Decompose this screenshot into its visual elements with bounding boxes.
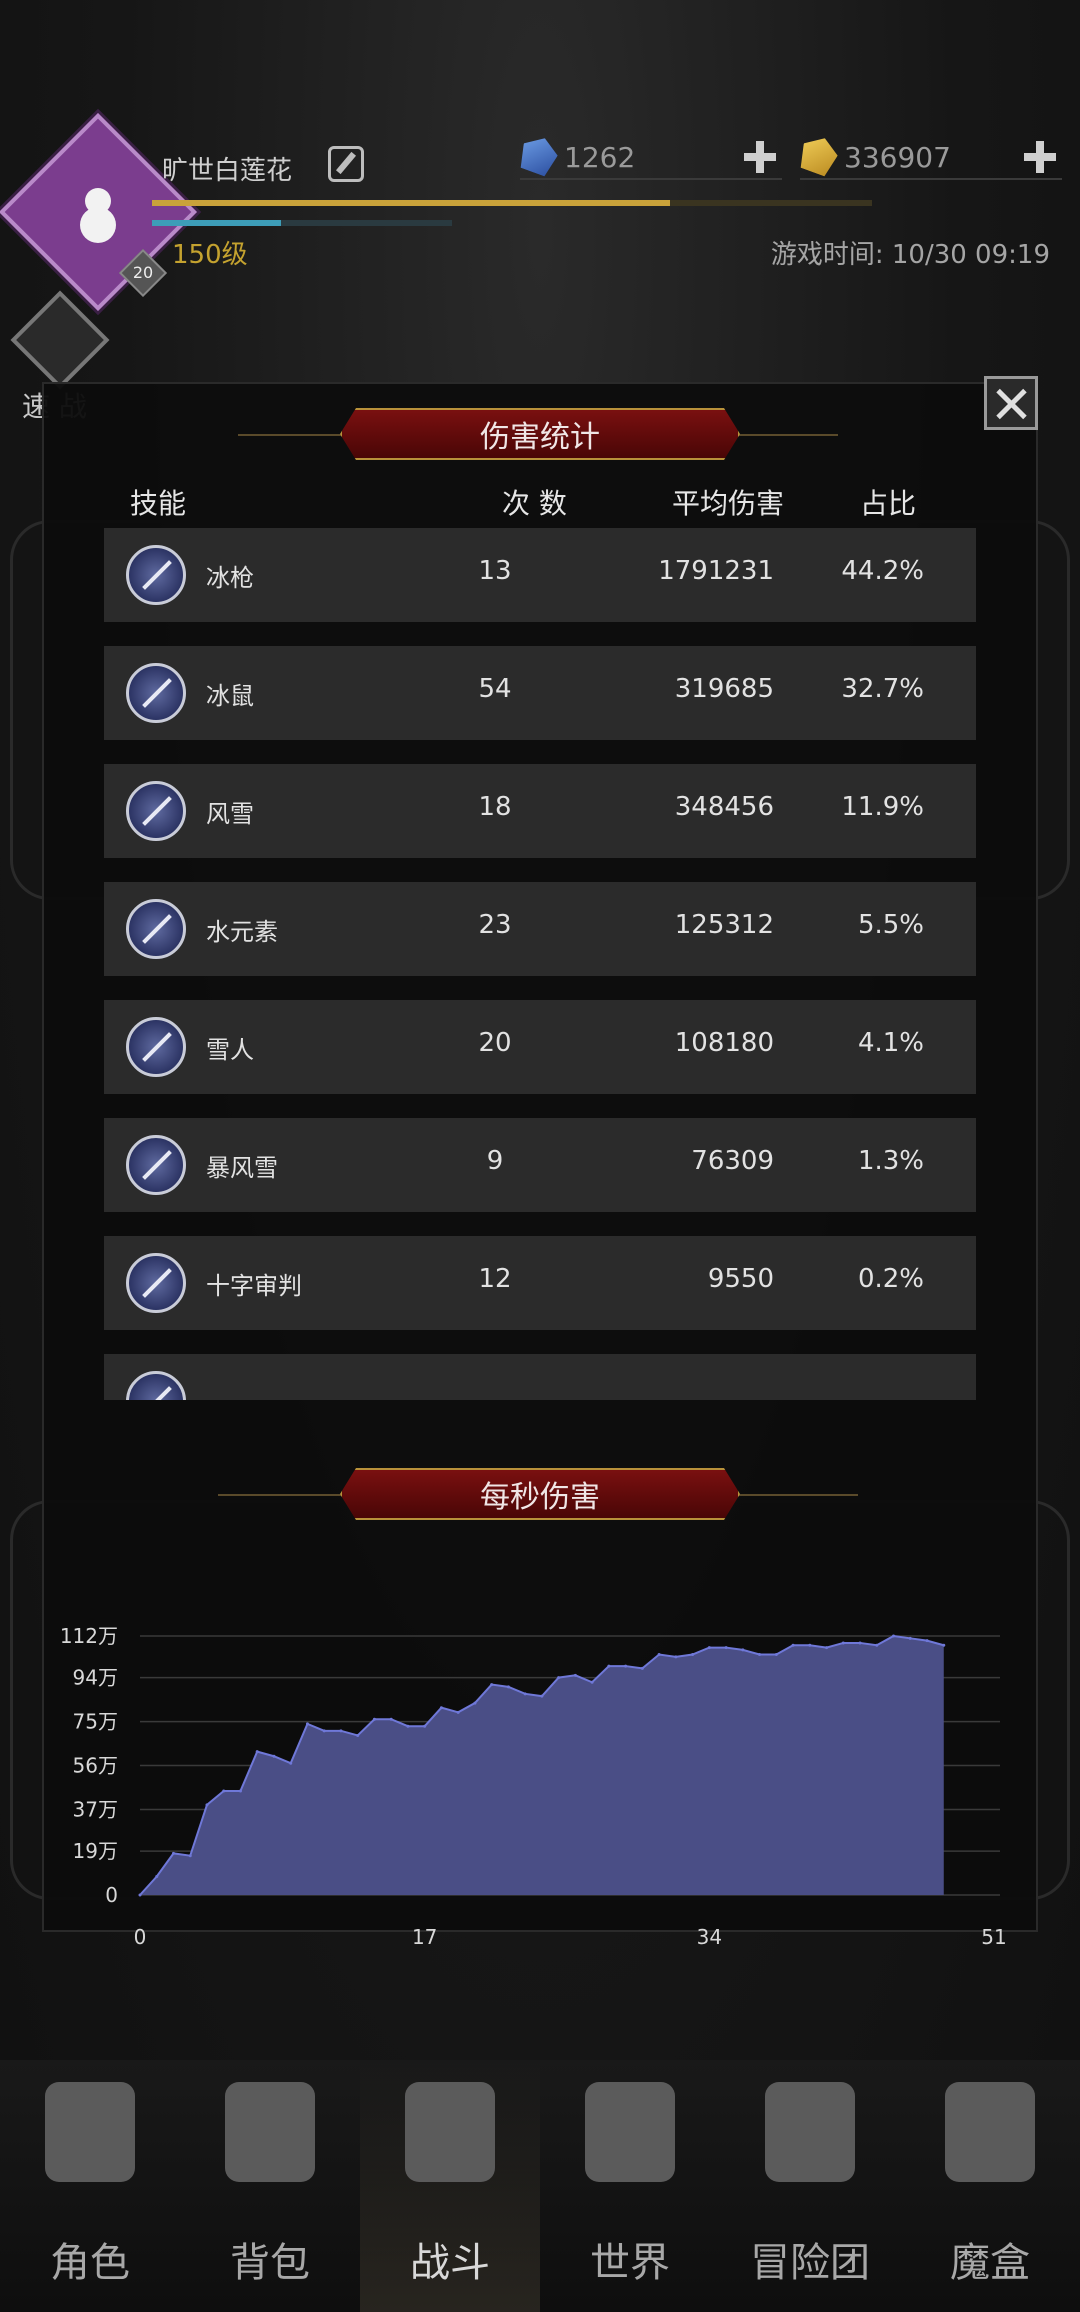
castle-icon [765,2082,855,2182]
dps-point [356,1733,360,1737]
dps-point [741,1648,745,1652]
dps-point [439,1706,443,1710]
nav-item[interactable]: 世界 [540,2060,720,2312]
nav-item[interactable]: 冒险团 [720,2060,900,2312]
dps-point [238,1789,242,1793]
dps-point [456,1710,460,1714]
nav-item[interactable]: 魔盒 [900,2060,1080,2312]
y-tick-label: 94万 [73,1666,118,1690]
dps-point [289,1761,293,1765]
dps-point [406,1724,410,1728]
dps-point [389,1717,393,1721]
x-tick-label: 17 [412,1925,437,1949]
dps-point [188,1854,192,1858]
x-tick-label: 0 [134,1925,147,1949]
dps-point [774,1653,778,1656]
helmet-icon [45,2082,135,2182]
backpack-icon [225,2082,315,2182]
dps-point [825,1646,829,1650]
y-tick-label: 75万 [73,1710,118,1734]
x-tick-label: 34 [697,1925,722,1949]
dps-point [322,1729,326,1733]
y-tick-label: 0 [105,1883,118,1907]
dps-chart: 0 19万 37万 56万 75万 94万 112万 0 17 34 51 [60,1624,1007,1949]
dps-point [272,1754,276,1758]
dps-point [858,1641,862,1645]
dps-point [758,1653,762,1656]
dps-point [171,1851,175,1855]
dps-point [942,1643,946,1647]
dps-point [808,1643,812,1647]
nav-label: 战斗 [410,2240,490,2286]
dps-point [339,1729,343,1733]
dps-point [305,1722,309,1726]
nav-label: 角色 [50,2240,130,2286]
dps-point [875,1643,879,1647]
x-tick-label: 51 [981,1925,1006,1949]
dps-point [473,1701,477,1705]
nav-item[interactable]: 战斗 [360,2060,540,2312]
dps-point [925,1639,929,1643]
dps-point [607,1664,611,1668]
nav-label: 冒险团 [750,2240,870,2286]
sword-shield-icon [405,2082,495,2182]
nav-label: 魔盒 [950,2240,1030,2286]
dps-point [892,1634,896,1638]
dps-point [490,1683,494,1687]
nav-label: 世界 [590,2240,670,2286]
dps-point [908,1636,912,1640]
nav-label: 背包 [230,2240,310,2286]
map-scroll-icon [585,2082,675,2182]
nav-item[interactable]: 背包 [180,2060,360,2312]
dps-point [155,1875,159,1878]
dps-point [657,1653,661,1656]
dps-point [841,1641,845,1645]
dps-point [205,1803,209,1807]
magic-cube-icon [945,2082,1035,2182]
dps-point [624,1664,628,1668]
dps-point [222,1789,226,1793]
dps-point [523,1692,527,1696]
dps-point [506,1685,510,1689]
dps-point [573,1673,577,1677]
dps-point [674,1655,678,1659]
y-tick-label: 37万 [73,1797,118,1821]
y-tick-label: 112万 [60,1624,118,1648]
nav-item[interactable]: 角色 [0,2060,180,2312]
y-tick-label: 19万 [73,1839,118,1863]
y-tick-label: 56万 [73,1754,118,1778]
dps-point [557,1676,561,1680]
dps-point [640,1666,644,1670]
dps-point [255,1750,259,1754]
dps-point [791,1643,795,1647]
dps-area [140,1636,944,1895]
dps-point [540,1694,544,1698]
dps-point [724,1646,728,1650]
dps-point [707,1646,711,1650]
dps-point [423,1724,427,1728]
bottom-nav: 角色 背包 战斗 世界 冒险团 魔盒 [0,2060,1080,2312]
dps-point [691,1653,695,1656]
dps-point [590,1680,594,1684]
dps-point [372,1717,376,1721]
dps-point [138,1893,142,1897]
